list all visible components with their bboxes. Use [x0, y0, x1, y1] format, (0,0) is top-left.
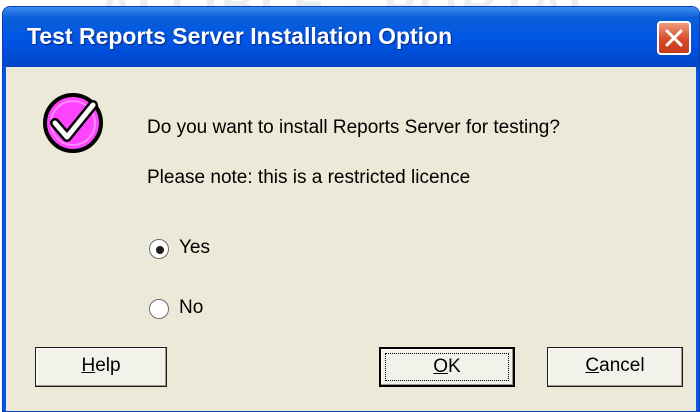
help-label-rest: elp [95, 355, 121, 376]
window-title: Test Reports Server Installation Option [27, 23, 453, 49]
focus-rectangle [385, 353, 509, 381]
dialog-window: Test Reports Server Installation Option … [2, 6, 700, 412]
yes-radio[interactable]: Yes [149, 237, 229, 263]
yes-radio-circle[interactable] [149, 239, 169, 259]
help-button[interactable]: Help [35, 347, 167, 387]
help-accel-letter: H [81, 355, 96, 376]
question-text: Do you want to install Reports Server fo… [147, 117, 560, 138]
no-radio[interactable]: No [149, 297, 229, 323]
cancel-accel-letter: C [585, 355, 600, 376]
cancel-button[interactable]: Cancel [547, 347, 683, 387]
licence-note-text: Please note: this is a restricted licenc… [147, 167, 471, 188]
cancel-label-rest: ancel [599, 355, 645, 376]
close-icon [665, 29, 683, 47]
title-bar[interactable]: Test Reports Server Installation Option [3, 7, 699, 67]
check-mark-icon [43, 93, 103, 153]
ok-button[interactable]: OK [379, 347, 515, 387]
radio-selected-dot [156, 246, 164, 254]
no-radio-label[interactable]: No [179, 297, 203, 319]
yes-radio-label[interactable]: Yes [179, 237, 210, 259]
no-radio-circle[interactable] [149, 299, 169, 319]
close-button[interactable] [657, 21, 691, 55]
